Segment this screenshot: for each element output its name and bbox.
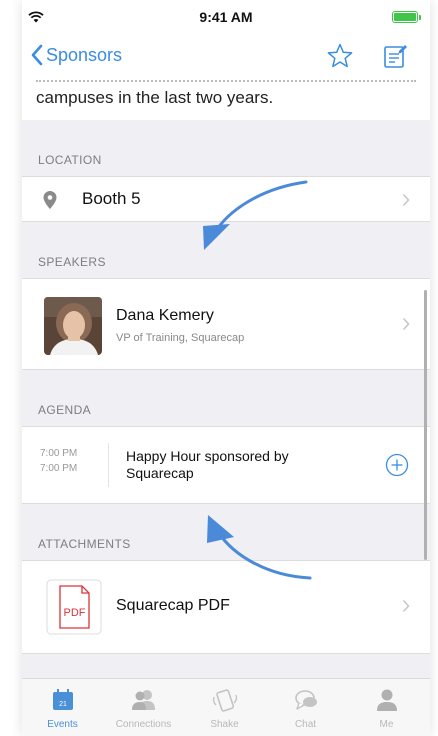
calendar-icon: 21: [53, 689, 73, 710]
speaker-title: VP of Training, Squarecap: [116, 332, 245, 344]
attachment-name: Squarecap PDF: [116, 597, 230, 614]
agenda-divider: [108, 443, 109, 487]
avatar: [44, 297, 102, 355]
map-pin-icon: [43, 191, 57, 209]
tab-connections[interactable]: Connections: [103, 679, 184, 736]
tab-label: Chat: [294, 719, 317, 730]
speakers-header: SPEAKERS: [22, 222, 430, 278]
tab-label: Events: [47, 719, 78, 730]
agenda-end-time: 7:00 PM: [40, 463, 78, 474]
sponsor-description: campuses in the last two years.: [22, 80, 430, 120]
chat-icon: [295, 690, 317, 710]
chevron-right-icon: [402, 193, 410, 207]
tab-label: Shake: [210, 719, 239, 730]
agenda-title: Happy Hour sponsored by Squarecap: [126, 448, 289, 481]
tab-me[interactable]: Me: [346, 679, 427, 736]
pdf-file-icon: PDF: [46, 579, 102, 635]
pdf-badge-text: PDF: [64, 607, 86, 619]
location-value: Booth 5: [82, 189, 141, 208]
chevron-left-icon: [31, 44, 43, 66]
speakers-header-label: SPEAKERS: [38, 255, 106, 269]
location-cell[interactable]: Booth 5: [22, 176, 430, 222]
location-header-label: LOCATION: [38, 153, 102, 167]
attachment-cell[interactable]: PDF Squarecap PDF: [22, 560, 430, 654]
agenda-cell[interactable]: 7:00 PM 7:00 PM Happy Hour sponsored by …: [22, 426, 430, 504]
description-text: campuses in the last two years.: [36, 88, 274, 107]
back-button[interactable]: Sponsors: [30, 44, 122, 66]
note-edit-icon[interactable]: [382, 42, 408, 70]
scroll-indicator[interactable]: [424, 290, 427, 560]
people-icon: [132, 690, 155, 710]
shake-icon: [212, 689, 238, 712]
location-header: LOCATION: [22, 120, 430, 176]
tab-shake[interactable]: Shake: [184, 679, 265, 736]
battery-icon: [392, 11, 421, 23]
tab-bar: 21 Events Connections Shake Chat Me: [22, 678, 430, 736]
back-label: Sponsors: [46, 44, 123, 65]
tab-events[interactable]: 21 Events: [22, 679, 103, 736]
status-bar: 9:41 AM: [22, 0, 430, 34]
tab-chat[interactable]: Chat: [265, 679, 346, 736]
detail-scroll-view[interactable]: campuses in the last two years. LOCATION…: [22, 80, 430, 678]
star-icon[interactable]: [326, 42, 354, 70]
phone-screen: 9:41 AM Sponsors campuses in the last tw…: [22, 0, 430, 736]
navigation-bar: Sponsors: [22, 34, 430, 80]
chevron-right-icon: [402, 599, 410, 613]
tab-label: Me: [379, 719, 394, 730]
person-icon: [377, 689, 397, 711]
speaker-name: Dana Kemery: [116, 307, 214, 324]
status-time: 9:41 AM: [199, 9, 253, 25]
agenda-header-label: AGENDA: [38, 403, 92, 417]
add-to-schedule-icon[interactable]: [385, 453, 409, 477]
chevron-right-icon: [402, 317, 410, 331]
agenda-times: 7:00 PM 7:00 PM: [40, 446, 77, 476]
calendar-day-number: 21: [59, 701, 67, 708]
tab-label: Connections: [115, 719, 172, 730]
agenda-header: AGENDA: [22, 370, 430, 426]
speaker-cell[interactable]: Dana Kemery VP of Training, Squarecap: [22, 278, 430, 370]
attachments-header-label: ATTACHMENTS: [38, 537, 131, 551]
agenda-start-time: 7:00 PM: [40, 448, 78, 459]
attachments-header: ATTACHMENTS: [22, 504, 430, 560]
